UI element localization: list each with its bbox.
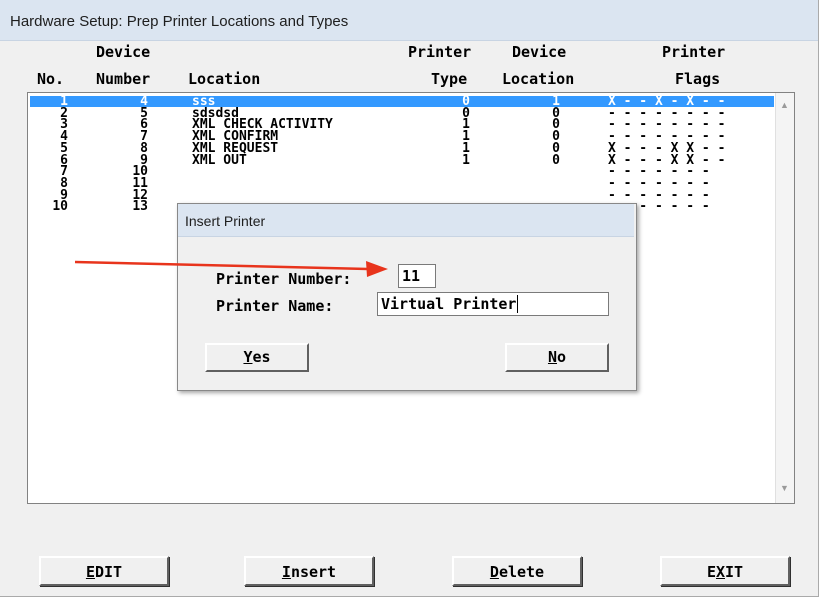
scroll-up-icon[interactable]: ▲ — [780, 100, 789, 110]
header-device-location-top: Device — [512, 43, 567, 61]
header-no: No. — [37, 70, 65, 88]
delete-button[interactable]: Delete — [452, 556, 582, 586]
header-device-number-top: Device — [96, 43, 151, 61]
exit-button[interactable]: EXIT — [660, 556, 790, 586]
edit-button[interactable]: EDIT — [39, 556, 169, 586]
no-button[interactable]: No — [505, 343, 609, 372]
header-printer-flags-top: Printer — [662, 43, 726, 61]
printer-name-input[interactable]: Virtual Printer — [377, 292, 609, 316]
header-location: Location — [188, 70, 261, 88]
dialog-title: Insert Printer — [185, 213, 266, 229]
printer-number-label: Printer Number: — [216, 270, 352, 288]
dialog-title-bar: Insert Printer — [178, 204, 634, 237]
row-printer-type: 1 — [462, 152, 470, 168]
window-title: Hardware Setup: Prep Printer Locations a… — [10, 13, 349, 30]
insert-printer-dialog: Insert Printer Printer Number: 11 Printe… — [177, 203, 637, 391]
row-device-number: 13 — [132, 199, 148, 215]
header-device-number-bottom: Number — [96, 70, 151, 88]
header-device-location-bottom: Location — [502, 70, 575, 88]
row-no: 10 — [52, 199, 68, 215]
yes-button[interactable]: Yes — [205, 343, 309, 372]
insert-button[interactable]: Insert — [244, 556, 374, 586]
title-bar: Hardware Setup: Prep Printer Locations a… — [0, 0, 818, 41]
scroll-down-icon[interactable]: ▼ — [780, 483, 789, 493]
row-device-location: 0 — [552, 152, 560, 168]
header-printer-type-top: Printer — [408, 43, 472, 61]
row-location: XML OUT — [192, 152, 247, 168]
printer-number-input[interactable]: 11 — [398, 264, 436, 288]
header-printer-flags-bottom: Flags — [675, 70, 721, 88]
vertical-scrollbar[interactable]: ▲ ▼ — [775, 93, 794, 503]
header-printer-type-bottom: Type — [431, 70, 468, 88]
printer-name-label: Printer Name: — [216, 297, 334, 315]
